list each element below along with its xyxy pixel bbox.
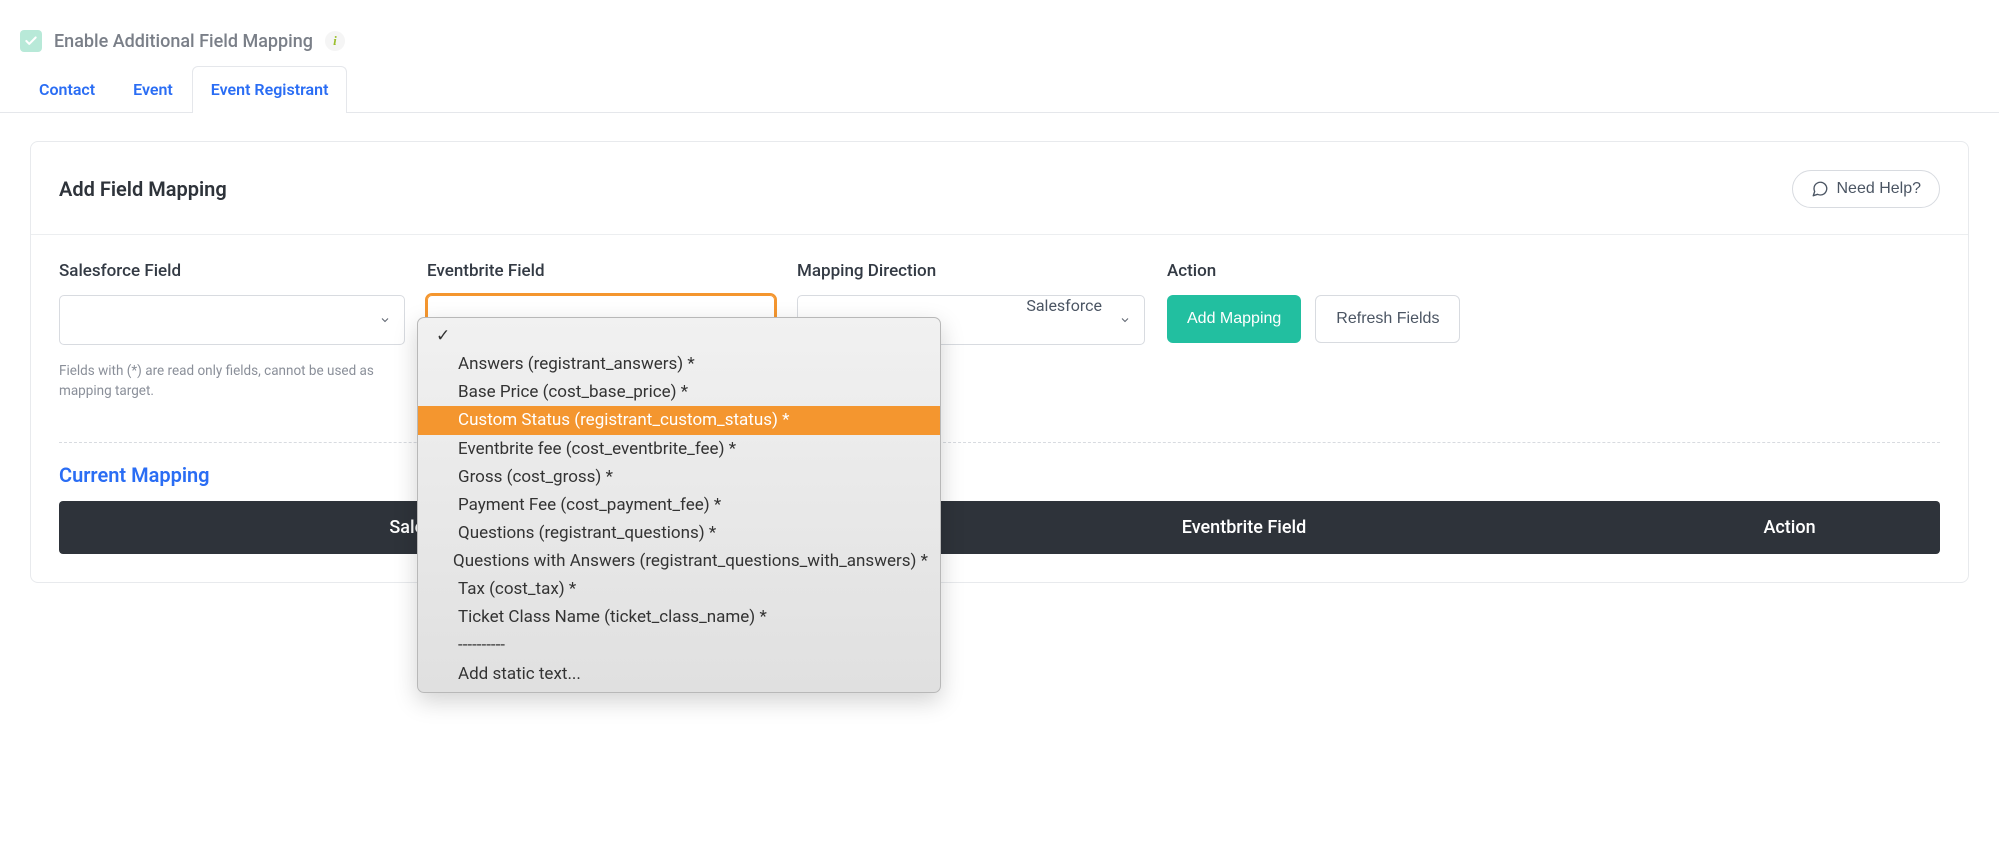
dropdown-option[interactable]: ---------- <box>418 631 940 659</box>
dropdown-option[interactable]: Answers (registrant_answers) * <box>418 350 940 378</box>
eventbrite-field-label: Eventbrite Field <box>427 261 775 281</box>
current-mapping-title: Current Mapping <box>59 451 1940 501</box>
table-header-eventbrite: Eventbrite Field <box>849 501 1639 554</box>
dropdown-option[interactable]: Gross (cost_gross) * <box>418 463 940 491</box>
need-help-button[interactable]: Need Help? <box>1792 170 1941 208</box>
card-title: Add Field Mapping <box>59 177 227 201</box>
action-label: Action <box>1167 261 1940 281</box>
dropdown-option[interactable]: Add static text... <box>418 660 940 688</box>
tab-contact[interactable]: Contact <box>20 66 114 112</box>
tab-event-registrant[interactable]: Event Registrant <box>192 66 348 113</box>
chat-icon <box>1811 180 1829 198</box>
dropdown-option[interactable]: Ticket Class Name (ticket_class_name) * <box>418 603 940 631</box>
eventbrite-field-dropdown[interactable]: ✓ Answers (registrant_answers) *Base Pri… <box>417 317 941 693</box>
table-header-action: Action <box>1639 501 1940 554</box>
need-help-label: Need Help? <box>1837 180 1922 198</box>
enable-mapping-checkbox[interactable] <box>20 30 42 52</box>
dropdown-option[interactable]: Questions (registrant_questions) * <box>418 519 940 547</box>
dropdown-option[interactable]: Payment Fee (cost_payment_fee) * <box>418 491 940 519</box>
salesforce-field-label: Salesforce Field <box>59 261 405 281</box>
dropdown-option[interactable]: Base Price (cost_base_price) * <box>418 378 940 406</box>
dropdown-option[interactable]: Tax (cost_tax) * <box>418 575 940 603</box>
add-mapping-button[interactable]: Add Mapping <box>1167 295 1301 343</box>
tabs: Contact Event Event Registrant <box>0 66 1999 113</box>
salesforce-field-select[interactable] <box>59 295 405 345</box>
refresh-fields-button[interactable]: Refresh Fields <box>1315 295 1460 343</box>
tab-event[interactable]: Event <box>114 66 192 112</box>
mapping-card: Add Field Mapping Need Help? ✓ Answers (… <box>30 141 1969 583</box>
salesforce-helper-text: Fields with (*) are read only fields, ca… <box>59 361 405 402</box>
current-mapping-table: Salesforce Field Eventbrite Field Action <box>59 501 1940 554</box>
dropdown-option-blank[interactable]: ✓ <box>418 322 940 350</box>
mapping-direction-label: Mapping Direction <box>797 261 1145 281</box>
dropdown-option[interactable]: Eventbrite fee (cost_eventbrite_fee) * <box>418 435 940 463</box>
dropdown-option[interactable]: Custom Status (registrant_custom_status)… <box>418 406 940 434</box>
info-icon[interactable]: i <box>325 31 345 51</box>
dropdown-option[interactable]: Questions with Answers (registrant_quest… <box>418 547 940 575</box>
enable-mapping-label: Enable Additional Field Mapping <box>54 31 313 52</box>
